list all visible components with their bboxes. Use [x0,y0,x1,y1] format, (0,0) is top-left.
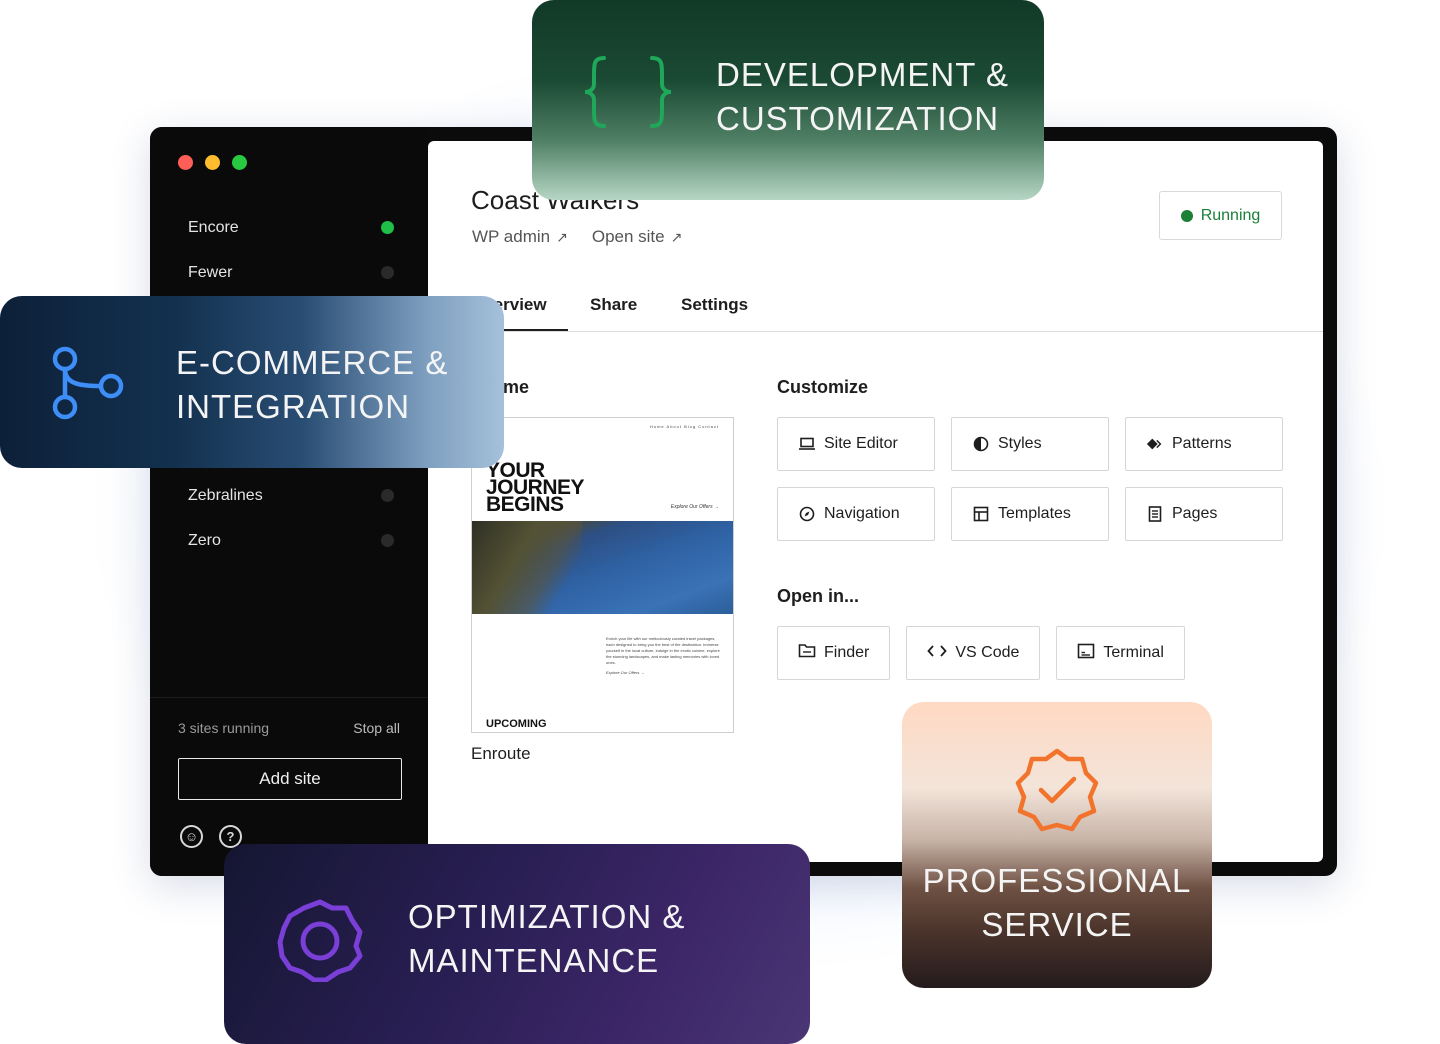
sidebar: Encore Fewer Zebralines Zero 3 sites run… [150,127,428,876]
gear-icon [276,898,364,987]
card-title-line: PROFESSIONAL [922,862,1192,899]
navigation-button[interactable]: Navigation [777,487,935,541]
external-link-icon: ↗ [556,229,568,245]
tab-bar: Overview Share Settings [428,291,1323,332]
add-site-button[interactable]: Add site [178,758,402,800]
branch-icon [50,346,126,427]
button-label: Patterns [1172,435,1232,452]
stop-all-button[interactable]: Stop all [353,720,400,736]
ecommerce-integration-card: E-COMMERCE & INTEGRATION [0,296,504,468]
page-icon [1146,506,1164,522]
terminal-icon [1077,643,1095,664]
preview-paragraph-text: Enrich your life with our meticulously c… [606,636,720,665]
button-label: Finder [824,644,870,661]
preview-nav: Home About Blog Contact [649,424,719,429]
card-title-line: MAINTENANCE [408,942,660,979]
wp-admin-link[interactable]: WP admin ↗ [472,227,568,247]
templates-button[interactable]: Templates [951,487,1109,541]
button-label: Styles [998,435,1042,452]
sidebar-footer: 3 sites running Stop all Add site [150,697,428,800]
finder-button[interactable]: Finder [777,626,891,680]
preview-paragraph: Enrich your life with our meticulously c… [606,636,722,676]
open-in-heading: Open in... [777,586,860,606]
user-circle-icon[interactable]: ☺ [180,825,203,848]
site-status-dot [381,266,394,279]
professional-service-card: PROFESSIONAL SERVICE [902,702,1212,988]
site-status-dot [381,221,394,234]
theme-name: Enroute [471,744,531,763]
preview-cliff-shape [472,521,582,614]
preview-explore-link: Explore Our Offers → [670,504,719,510]
customize-buttons: Site Editor Styles Patterns Navigation T… [777,417,1283,541]
card-title: E-COMMERCE & INTEGRATION [176,341,448,429]
terminal-button[interactable]: Terminal [1056,626,1185,680]
close-window-button[interactable] [178,155,193,170]
card-title-line: E-COMMERCE & [176,344,449,381]
preview-upcoming: UPCOMING [486,718,547,730]
theme-preview[interactable]: Home About Blog Contact YOUR JOURNEY BEG… [471,417,734,733]
maximize-window-button[interactable] [232,155,247,170]
status-label: Running [1200,206,1261,224]
minimize-window-button[interactable] [205,155,220,170]
button-label: Site Editor [824,435,898,452]
site-name: Zero [188,531,221,549]
preview-headline: YOUR JOURNEY BEGINS [486,460,585,515]
card-title: PROFESSIONAL SERVICE [902,859,1212,947]
site-links: WP admin ↗ Open site ↗ [472,227,682,247]
site-name: Fewer [188,263,233,281]
open-site-label: Open site [591,227,665,246]
card-title-line: CUSTOMIZATION [716,100,1000,137]
sites-running-text: 3 sites running [178,720,270,736]
site-item-encore[interactable]: Encore [174,205,404,250]
card-title-line: SERVICE [981,906,1133,943]
status-dot [1180,209,1193,222]
card-title-line: DEVELOPMENT & [716,56,1009,93]
half-circle-icon [972,436,990,452]
braces-icon [582,54,674,135]
site-item-zebralines[interactable]: Zebralines [174,473,404,518]
sidebar-footer-icons: ☺ ? [180,825,242,848]
site-status-dot [381,534,394,547]
folder-icon [798,643,816,663]
styles-button[interactable]: Styles [951,417,1109,471]
compass-icon [798,506,816,522]
diamond-icon [1146,437,1164,451]
optimization-maintenance-card: OPTIMIZATION & MAINTENANCE [224,844,810,1044]
badge-check-icon [1014,747,1100,838]
site-editor-button[interactable]: Site Editor [777,417,935,471]
external-link-icon: ↗ [670,229,683,245]
card-title: OPTIMIZATION & MAINTENANCE [408,895,685,983]
preview-explore-link: Explore Our Offers → [606,670,645,675]
open-in-buttons: Finder VS Code Terminal [777,626,1185,680]
site-status-dot [381,489,394,502]
site-name: Zebralines [188,486,263,504]
site-name: Encore [188,218,239,236]
button-label: Navigation [824,505,900,522]
button-label: Templates [998,505,1071,522]
tab-settings[interactable]: Settings [681,295,748,315]
wp-admin-label: WP admin [472,227,551,246]
card-title: DEVELOPMENT & CUSTOMIZATION [716,53,1009,141]
code-icon [927,644,948,663]
pages-button[interactable]: Pages [1125,487,1283,541]
site-item-fewer[interactable]: Fewer [174,250,404,295]
open-site-link[interactable]: Open site ↗ [592,227,683,247]
card-title-line: OPTIMIZATION & [408,898,686,935]
site-item-zero[interactable]: Zero [174,518,404,563]
window-controls [178,155,247,170]
tab-share[interactable]: Share [590,295,637,315]
running-status-row: 3 sites running Stop all [178,720,400,736]
running-status-button[interactable]: Running [1159,191,1282,240]
layout-icon [972,506,990,522]
vs-code-button[interactable]: VS Code [906,626,1041,680]
development-customization-card: DEVELOPMENT & CUSTOMIZATION [532,0,1044,200]
card-title-line: INTEGRATION [176,388,411,425]
button-label: Terminal [1103,644,1164,661]
patterns-button[interactable]: Patterns [1125,417,1283,471]
laptop-icon [798,437,816,451]
button-label: Pages [1172,505,1218,522]
customize-heading: Customize [777,377,869,397]
button-label: VS Code [955,644,1020,661]
